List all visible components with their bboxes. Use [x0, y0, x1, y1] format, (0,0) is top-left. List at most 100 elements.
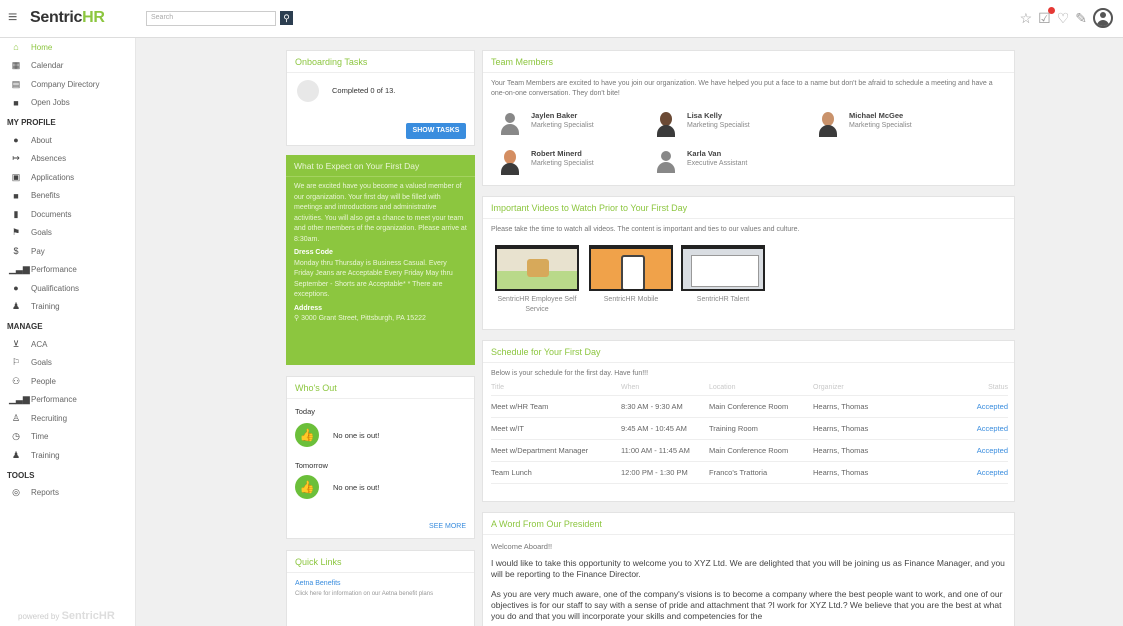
dress-code-title: Dress Code: [294, 249, 333, 256]
sidebar-item-aca[interactable]: ⊻ ACA: [0, 335, 135, 354]
sidebar-item-company-directory[interactable]: ▤ Company Directory: [0, 75, 135, 94]
see-more-link[interactable]: SEE MORE: [429, 523, 466, 530]
cell-status[interactable]: Accepted: [913, 439, 1008, 462]
show-tasks-button[interactable]: SHOW TASKS: [406, 123, 466, 139]
tasks-icon[interactable]: ☑: [1038, 6, 1055, 27]
favorites-icon[interactable]: ♡: [1057, 10, 1070, 27]
sidebar-item-calendar[interactable]: ▦ Calendar: [0, 57, 135, 76]
sidebar-item-qualifications[interactable]: ● Qualifications: [0, 279, 135, 298]
sidebar-item-label: Calendar: [31, 61, 64, 71]
address-row: ⚲ 3000 Grant Street, Pittsburgh, PA 1522…: [294, 314, 467, 325]
sidebar-item-reports[interactable]: ◎ Reports: [0, 484, 135, 503]
column-header[interactable]: When: [621, 381, 709, 396]
team-member[interactable]: Robert Minerd Marketing Specialist: [499, 149, 594, 175]
sidebar-item-applications[interactable]: ▣ Applications: [0, 168, 135, 187]
member-name: Robert Minerd: [531, 149, 582, 158]
sidebar-item-benefits[interactable]: ■ Benefits: [0, 187, 135, 206]
tasks-progress-icon: [297, 80, 319, 102]
search-button[interactable]: ⚲: [280, 11, 293, 25]
home-icon: ⌂: [13, 42, 19, 53]
app-logo[interactable]: SentricHR: [30, 9, 105, 27]
team-member[interactable]: Jaylen Baker Marketing Specialist: [499, 111, 594, 137]
search-input[interactable]: Search: [146, 11, 276, 26]
team-intro: Your Team Members are excited to have yo…: [491, 80, 993, 97]
cell-location: Main Conference Room: [709, 395, 813, 418]
team-member[interactable]: Lisa Kelly Marketing Specialist: [655, 111, 750, 137]
sidebar-item-people[interactable]: ⚇ People: [0, 372, 135, 391]
notes-icon[interactable]: ✎: [1075, 10, 1087, 27]
quick-links-card: Quick Links Aetna Benefits Click here fo…: [286, 550, 475, 626]
sidebar-item-time[interactable]: ◷ Time: [0, 428, 135, 447]
sidebar-item-about[interactable]: ● About: [0, 131, 135, 150]
schedule-card: Schedule for Your First Day Below is you…: [482, 340, 1015, 502]
sidebar-item-label: Open Jobs: [31, 98, 70, 108]
sidebar-item-label: Training: [31, 450, 60, 460]
document-icon: ▮: [13, 208, 19, 219]
sidebar-item-goals[interactable]: ⚑ Goals: [0, 224, 135, 243]
table-row[interactable]: Meet w/HR Team 8:30 AM - 9:30 AM Main Co…: [491, 395, 1008, 418]
column-header[interactable]: Location: [709, 381, 813, 396]
member-role: Marketing Specialist: [687, 122, 750, 129]
sidebar-item-recruiting[interactable]: ♙ Recruiting: [0, 409, 135, 428]
powered-by-brand: SentricHR: [61, 610, 115, 622]
person-icon: ●: [13, 135, 19, 146]
sidebar-item-documents[interactable]: ▮ Documents: [0, 205, 135, 224]
logo-text: Sentric: [30, 9, 83, 26]
sidebar-item-label: Performance: [31, 395, 77, 405]
avatar: [655, 111, 677, 137]
important-videos-card: Important Videos to Watch Prior to Your …: [482, 196, 1015, 330]
table-row[interactable]: Meet w/IT 9:45 AM - 10:45 AM Training Ro…: [491, 417, 1008, 440]
cell-status[interactable]: Accepted: [913, 461, 1008, 484]
star-icon[interactable]: ☆: [1020, 10, 1033, 27]
sidebar-item-manage-performance[interactable]: ▁▃▆ Performance: [0, 391, 135, 410]
card-title: What to Expect on Your First Day: [286, 155, 475, 177]
team-member[interactable]: Karla Van Executive Assistant: [655, 149, 747, 175]
avatar-icon[interactable]: [1093, 8, 1113, 28]
column-header[interactable]: Organizer: [813, 381, 913, 396]
section-title-tools: TOOLS: [7, 470, 35, 480]
tomorrow-label: Tomorrow: [295, 461, 328, 470]
cell-organizer: Hearns, Thomas: [813, 417, 913, 440]
cell-status[interactable]: Accepted: [913, 395, 1008, 418]
sidebar-item-home[interactable]: ⌂ Home: [0, 38, 135, 57]
briefcase-icon: ■: [13, 97, 19, 108]
hamburger-menu-icon[interactable]: ≡: [8, 10, 17, 26]
sidebar-item-label: ACA: [31, 339, 48, 349]
sidebar-item-performance[interactable]: ▁▃▆ Performance: [0, 261, 135, 280]
card-title: Schedule for Your First Day: [483, 341, 1014, 363]
sidebar-item-label: Goals: [31, 358, 52, 368]
column-header[interactable]: Status: [913, 381, 1008, 396]
card-title: Onboarding Tasks: [287, 51, 474, 73]
sidebar-item-training[interactable]: ♟ Training: [0, 298, 135, 317]
video-employee-self-service[interactable]: SentricHR Employee Self Service: [495, 245, 579, 315]
top-icons: ☆ ☑ ♡ ✎: [1020, 6, 1113, 28]
section-title-my-profile: MY PROFILE: [7, 118, 56, 127]
address-title: Address: [294, 304, 323, 312]
sidebar-item-open-jobs[interactable]: ■ Open Jobs: [0, 94, 135, 113]
absence-icon: ↦: [12, 153, 20, 164]
president-paragraph: I would like to take this opportunity to…: [491, 558, 1005, 579]
cell-title: Meet w/IT: [491, 417, 621, 440]
video-talent[interactable]: SentricHR Talent: [681, 245, 765, 305]
sidebar-item-label: Company Directory: [31, 79, 100, 89]
aetna-benefits-link[interactable]: Aetna Benefits: [295, 579, 466, 589]
card-title: Quick Links: [287, 551, 474, 573]
sidebar-item-pay[interactable]: $ Pay: [0, 242, 135, 261]
sidebar-item-manage-training[interactable]: ♟ Training: [0, 446, 135, 465]
flag-icon: ⚑: [11, 227, 21, 238]
powered-by-text: powered by: [18, 612, 60, 621]
flag-outline-icon: ⚐: [11, 357, 21, 368]
sidebar-item-absences[interactable]: ↦ Absences: [0, 150, 135, 169]
sidebar-item-label: Absences: [31, 154, 67, 164]
team-member[interactable]: Michael McGee Marketing Specialist: [817, 111, 912, 137]
video-caption: SentricHR Talent: [696, 296, 750, 303]
benefits-icon: ■: [13, 190, 19, 201]
sidebar-item-label: Benefits: [31, 191, 60, 201]
onboarding-tasks-card: Onboarding Tasks Completed 0 of 13. SHOW…: [286, 50, 475, 146]
video-mobile[interactable]: SentricHR Mobile: [589, 245, 673, 305]
cell-status[interactable]: Accepted: [913, 417, 1008, 440]
table-row[interactable]: Meet w/Department Manager 11:00 AM - 11:…: [491, 439, 1008, 462]
table-row[interactable]: Team Lunch 12:00 PM - 1:30 PM Franco's T…: [491, 461, 1008, 484]
column-header[interactable]: Title: [491, 381, 621, 396]
sidebar-item-manage-goals[interactable]: ⚐ Goals: [0, 354, 135, 373]
